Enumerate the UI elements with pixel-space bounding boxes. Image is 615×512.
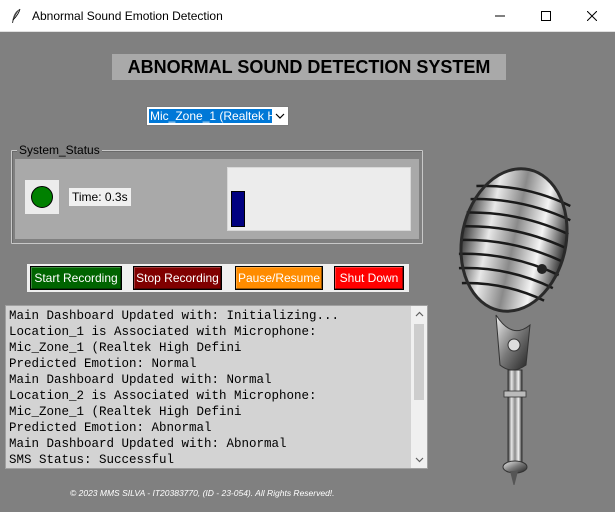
scroll-thumb[interactable] [414,324,424,400]
shut-down-button[interactable]: Shut Down [334,266,404,290]
log-line: Main Dashboard Updated with: Abnormal [9,437,287,451]
control-bar: Start Recording Stop Recording Pause/Res… [27,264,409,292]
log-line: Predicted Emotion: Abnormal [9,421,212,435]
system-status-panel: Time: 0.3s [15,159,419,239]
start-recording-button[interactable]: Start Recording [30,266,122,290]
log-line: Mic_Zone_1 (Realtek High Defini [9,405,242,419]
status-light-box [25,180,59,214]
system-status-frame: System_Status Time: 0.3s [11,144,423,244]
close-button[interactable] [569,0,615,32]
scroll-up-button[interactable] [411,306,427,322]
log-line: Location_2 is Associated with Microphone… [9,389,317,403]
log-line: SMS Status: Successful [9,453,175,467]
microphone-image [458,167,571,485]
log-textbox[interactable]: Main Dashboard Updated with: Initializin… [5,305,428,469]
log-line: Main Dashboard Updated with: Normal [9,373,272,387]
feather-icon [12,8,21,23]
microphone-select[interactable]: Mic_Zone_1 (Realtek H [146,106,289,126]
window-title: Abnormal Sound Emotion Detection [32,9,223,23]
maximize-icon [541,11,551,21]
chevron-down-icon [275,113,285,119]
status-light-indicator [31,186,53,208]
system-status-legend: System_Status [17,143,102,157]
scroll-down-button[interactable] [411,452,427,468]
chevron-down-icon [415,457,423,463]
level-meter [227,167,411,231]
main-window: ABNORMAL SOUND DETECTION SYSTEM Mic_Zone… [0,32,615,512]
close-icon [587,11,597,21]
log-line: Predicted Emotion: Normal [9,357,197,371]
minimize-icon [495,15,505,17]
footer-copyright: © 2023 MMS SILVA - IT20383770, (ID - 23-… [70,488,335,498]
log-line: Location_1 is Associated with Microphone… [9,325,317,339]
title-bar: Abnormal Sound Emotion Detection [0,0,615,32]
page-title: ABNORMAL SOUND DETECTION SYSTEM [112,54,506,80]
minimize-button[interactable] [477,0,523,32]
microphone-select-value: Mic_Zone_1 (Realtek H [149,109,272,123]
log-scrollbar[interactable] [411,306,427,468]
log-text: Main Dashboard Updated with: Initializin… [9,308,411,468]
pause-resume-button[interactable]: Pause/Resume [235,266,323,290]
maximize-button[interactable] [523,0,569,32]
log-line: Mic_Zone_1 (Realtek High Defini [9,341,242,355]
stop-recording-button[interactable]: Stop Recording [133,266,222,290]
chevron-up-icon [415,311,423,317]
level-meter-fill [231,191,245,227]
time-label: Time: 0.3s [69,188,131,206]
log-line: Main Dashboard Updated with: Initializin… [9,309,340,323]
